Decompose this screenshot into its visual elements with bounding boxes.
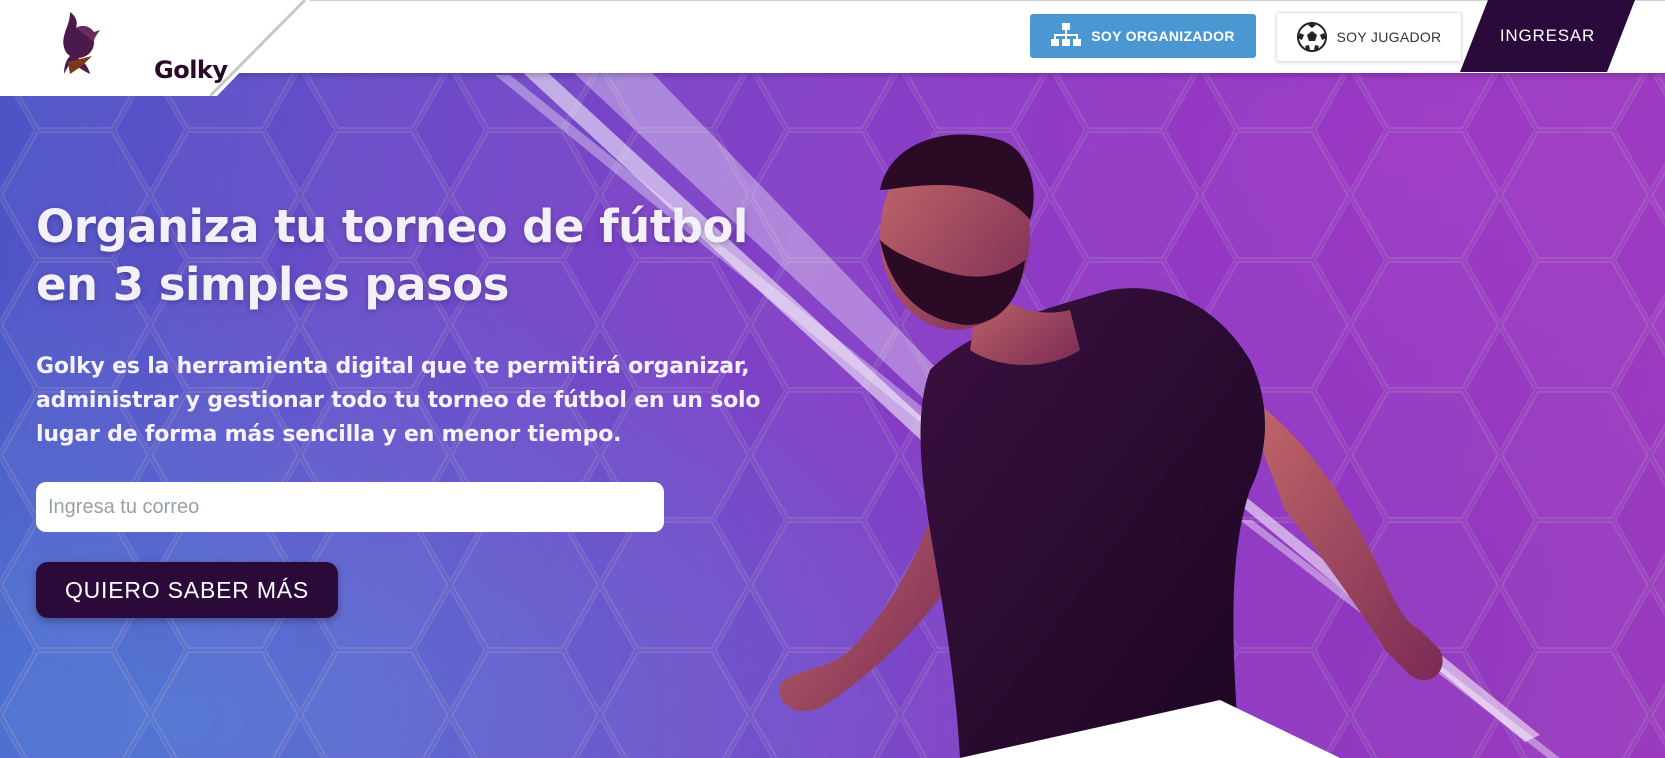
hero-title-line-2: en 3 simples pasos: [36, 258, 509, 311]
quiero-saber-mas-button[interactable]: QUIERO SABER MÁS: [36, 562, 338, 618]
soy-jugador-button[interactable]: SOY JUGADOR: [1276, 12, 1462, 62]
soy-organizador-button[interactable]: SOY ORGANIZADOR: [1030, 14, 1256, 58]
hero-title-line-1: Organiza tu torneo de fútbol: [36, 200, 748, 253]
hero-subtitle-line-2: administrar y gestionar todo tu torneo d…: [36, 388, 761, 413]
soy-organizador-label: SOY ORGANIZADOR: [1091, 28, 1235, 44]
quiero-saber-mas-label: QUIERO SABER MÁS: [64, 576, 310, 603]
bottom-divider: [960, 700, 1340, 758]
brand-logo[interactable]: Golky: [62, 8, 228, 84]
brand-name: Golky: [154, 56, 228, 84]
org-chart-icon: [1051, 23, 1082, 46]
soy-jugador-label: SOY JUGADOR: [1336, 29, 1442, 45]
ingresar-label: INGRESAR: [1499, 26, 1596, 45]
hero-subtitle-line-3: lugar de forma más sencilla y en menor t…: [36, 422, 622, 447]
ingresar-button[interactable]: INGRESAR: [1460, 0, 1635, 72]
hero-subtitle-line-1: Golky es la herramienta digital que te p…: [36, 354, 750, 379]
player-illustration: [780, 134, 1443, 758]
email-input[interactable]: [36, 482, 664, 532]
hero-title: Organiza tu torneo de fútbol en 3 simple…: [36, 198, 796, 314]
bird-logo-icon: [63, 12, 100, 74]
soccer-ball-icon: [1296, 22, 1327, 52]
hero-subtitle: Golky es la herramienta digital que te p…: [36, 350, 806, 452]
